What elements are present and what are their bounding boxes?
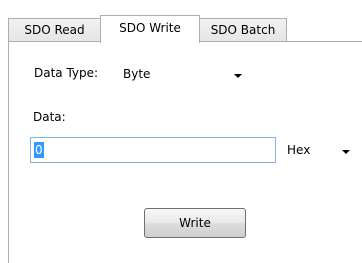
tab-sdo-write[interactable]: SDO Write bbox=[100, 15, 200, 43]
tab-sdo-batch[interactable]: SDO Batch bbox=[199, 18, 287, 42]
tab-sdo-read[interactable]: SDO Read bbox=[8, 18, 101, 42]
tab-panel bbox=[8, 41, 362, 263]
tab-strip: SDO Read SDO Write SDO Batch bbox=[8, 15, 362, 43]
